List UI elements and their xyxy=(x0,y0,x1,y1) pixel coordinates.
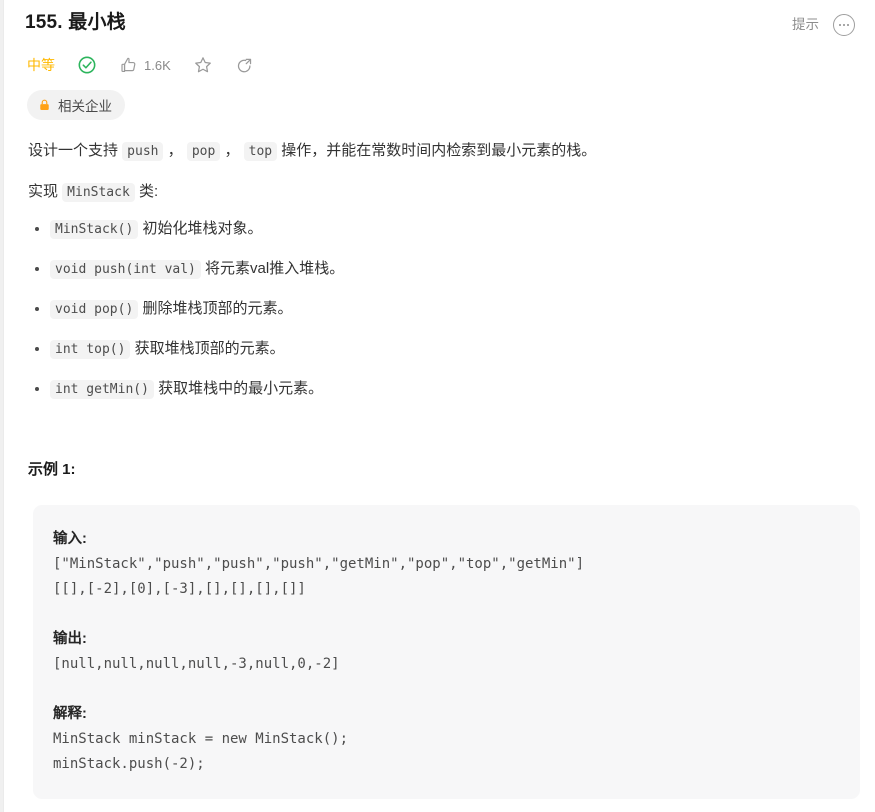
input-label: 输入: xyxy=(53,531,87,547)
implement-paragraph: 实现 MinStack 类: xyxy=(28,175,855,210)
code-push: push xyxy=(122,142,164,161)
like-button[interactable]: 1.6K xyxy=(119,56,171,75)
share-icon xyxy=(235,56,254,75)
related-companies-label: 相关企业 xyxy=(58,99,112,114)
intro-suffix: 操作，并能在常数时间内检索到最小元素的栈。 xyxy=(277,142,597,159)
intro-sep-1: ， xyxy=(163,142,187,159)
share-button[interactable] xyxy=(235,56,254,75)
like-count: 1.6K xyxy=(144,57,171,73)
hint-link[interactable]: 提示 xyxy=(792,16,819,34)
code-top: top xyxy=(243,142,278,161)
explain-line-2: minStack.push(-2); xyxy=(53,756,205,772)
api-description: 初始化堆栈对象。 xyxy=(138,220,263,237)
header-actions: 提示 xyxy=(792,8,855,36)
panel-left-divider xyxy=(0,0,4,812)
check-circle-icon xyxy=(77,55,97,75)
code-pop: pop xyxy=(186,142,221,161)
company-tag-row: 相关企业 xyxy=(5,80,875,120)
list-item: void pop() 删除堆栈顶部的元素。 xyxy=(28,296,855,323)
list-item: int top() 获取堆栈顶部的元素。 xyxy=(28,336,855,363)
api-description: 获取堆栈中的最小元素。 xyxy=(153,380,324,397)
explain-line-1: MinStack minStack = new MinStack(); xyxy=(53,731,349,747)
intro-sep-2: ， xyxy=(220,142,244,159)
api-description: 获取堆栈顶部的元素。 xyxy=(130,340,285,357)
input-line-1: ["MinStack","push","push","push","getMin… xyxy=(53,556,585,572)
api-signature: int top() xyxy=(50,340,131,359)
api-description: 删除堆栈顶部的元素。 xyxy=(138,300,293,317)
intro-paragraph: 设计一个支持 push ， pop ， top 操作，并能在常数时间内检索到最小… xyxy=(28,134,855,169)
difficulty-badge[interactable]: 中等 xyxy=(27,55,55,75)
api-signature: void push(int val) xyxy=(50,260,201,279)
example-code-block: 输入: ["MinStack","push","push","push","ge… xyxy=(33,505,860,799)
page-title: 155. 最小栈 xyxy=(25,12,126,33)
problem-header: 155. 最小栈 提示 xyxy=(5,0,875,38)
more-options-button[interactable] xyxy=(833,14,855,36)
related-companies-tag[interactable]: 相关企业 xyxy=(27,90,125,120)
implement-suffix: 类: xyxy=(134,183,159,200)
api-method-list: MinStack() 初始化堆栈对象。 void push(int val) 将… xyxy=(28,216,855,403)
problem-content: 设计一个支持 push ， pop ， top 操作，并能在常数时间内检索到最小… xyxy=(5,120,875,799)
list-item: int getMin() 获取堆栈中的最小元素。 xyxy=(28,376,855,403)
intro-prefix: 设计一个支持 xyxy=(28,142,123,159)
input-line-2: [[],[-2],[0],[-3],[],[],[],[]] xyxy=(53,581,306,597)
lock-icon xyxy=(38,98,51,112)
list-item: MinStack() 初始化堆栈对象。 xyxy=(28,216,855,243)
problem-meta-row: 中等 1.6K xyxy=(5,38,875,80)
api-signature: MinStack() xyxy=(50,220,139,239)
implement-prefix: 实现 xyxy=(28,183,63,200)
api-description: 将元素val推入堆栈。 xyxy=(200,260,345,277)
solved-status-button[interactable] xyxy=(77,55,97,75)
list-item: void push(int val) 将元素val推入堆栈。 xyxy=(28,256,855,283)
star-icon xyxy=(193,55,213,75)
output-label: 输出: xyxy=(53,631,87,647)
code-minstack: MinStack xyxy=(62,183,135,202)
example-heading: 示例 1: xyxy=(28,461,76,478)
api-signature: void pop() xyxy=(50,300,139,319)
thumbs-up-icon xyxy=(119,56,138,75)
output-line-1: [null,null,null,null,-3,null,0,-2] xyxy=(53,656,340,672)
explain-label: 解释: xyxy=(53,706,87,722)
ellipsis-icon xyxy=(838,23,850,27)
api-signature: int getMin() xyxy=(50,380,154,399)
favorite-button[interactable] xyxy=(193,55,213,75)
problem-description-panel: 155. 最小栈 提示 中等 1.6K 相关企业 设计一个支持 push ， p… xyxy=(5,0,875,812)
